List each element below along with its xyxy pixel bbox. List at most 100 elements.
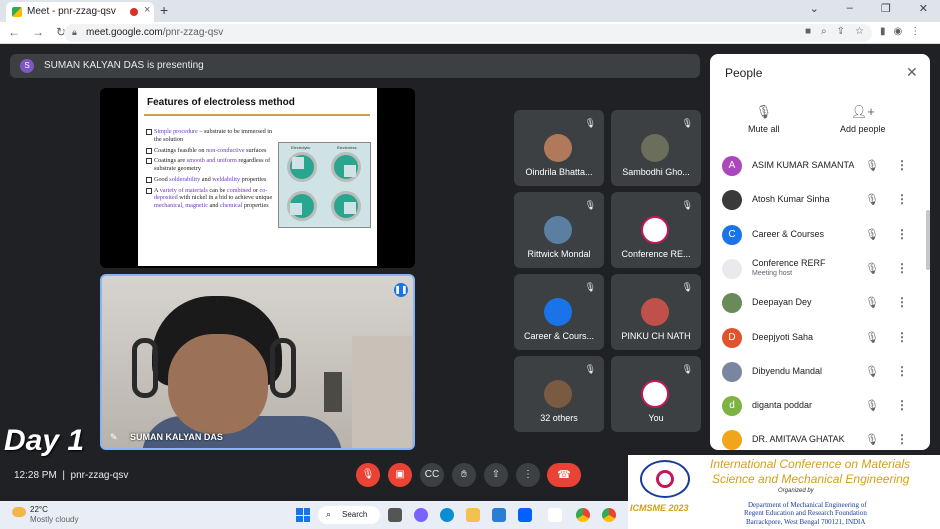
raise-hand-button[interactable]: ✋︎ bbox=[452, 463, 476, 487]
present-button[interactable]: ⇧ bbox=[484, 463, 508, 487]
people-list-item[interactable]: Conference RERF Meeting host 🎙︎ ⋮ bbox=[710, 252, 930, 286]
participant-tile[interactable]: 🎙︎ Rittwick Mondal bbox=[514, 192, 604, 268]
mic-off-icon[interactable]: 🎙︎ bbox=[865, 228, 879, 241]
conference-banner-lower: ICMSME 2023 Department of Mechanical Eng… bbox=[628, 501, 940, 529]
menu-kebab-icon[interactable]: ⋮ bbox=[910, 26, 920, 37]
chrome-icon[interactable] bbox=[576, 508, 590, 522]
mic-off-icon: 🎙︎ bbox=[681, 282, 693, 292]
mic-off-icon[interactable]: 🎙︎ bbox=[865, 159, 879, 172]
participant-tile[interactable]: 🎙︎ You bbox=[611, 356, 701, 432]
omnibox[interactable]: 🔒︎ meet.google.com/pnr-zzag-qsv ■ ⌕ ⇪ ☆ bbox=[64, 24, 872, 42]
mic-off-icon[interactable]: 🎙︎ bbox=[865, 365, 879, 378]
more-vert-icon[interactable]: ⋮ bbox=[896, 398, 908, 412]
zoom-search-icon[interactable]: ⌕ bbox=[821, 26, 827, 37]
windows-taskbar: 22°C Mostly cloudy ⌕ Search bbox=[0, 501, 628, 529]
camera-toggle-button[interactable]: ▣ bbox=[388, 463, 412, 487]
minimize-icon[interactable]: – bbox=[847, 2, 853, 15]
people-list-item[interactable]: DR. AMITAVA GHATAK 🎙︎ ⋮ bbox=[710, 423, 930, 457]
more-options-button[interactable]: ⋮ bbox=[516, 463, 540, 487]
more-vert-icon[interactable]: ⋮ bbox=[896, 261, 908, 275]
mic-off-icon[interactable]: 🎙︎ bbox=[865, 262, 879, 275]
people-list-item[interactable]: D Deepjyoti Saha 🎙︎ ⋮ bbox=[710, 321, 930, 355]
participant-name: 32 others bbox=[540, 413, 578, 423]
chrome-icon[interactable] bbox=[602, 508, 616, 522]
more-vert-icon[interactable]: ⋮ bbox=[896, 158, 908, 172]
mic-off-icon[interactable]: 🎙︎ bbox=[865, 193, 879, 206]
profile-icon[interactable]: ◉ bbox=[894, 26, 903, 37]
share-icon[interactable]: ⇪ bbox=[837, 26, 845, 37]
participant-tile[interactable]: 🎙︎ Career & Cours... bbox=[514, 274, 604, 350]
participant-tile[interactable]: 🎙︎ Conference RE... bbox=[611, 192, 701, 268]
people-list-item[interactable]: Dibyendu Mandal 🎙︎ ⋮ bbox=[710, 355, 930, 389]
back-icon[interactable]: ← bbox=[8, 25, 20, 39]
people-scrollbar[interactable] bbox=[926, 210, 930, 270]
slide-text: properties bbox=[242, 202, 269, 209]
close-panel-icon[interactable]: ✕ bbox=[906, 64, 918, 81]
more-vert-icon[interactable]: ⋮ bbox=[896, 295, 908, 309]
new-tab-button[interactable]: + bbox=[160, 2, 168, 18]
maximize-icon[interactable]: ❐ bbox=[881, 2, 891, 15]
file-explorer-icon[interactable] bbox=[466, 508, 480, 522]
participant-name: Oindrila Bhatta... bbox=[525, 167, 593, 177]
people-list-item[interactable]: C Career & Courses 🎙︎ ⋮ bbox=[710, 218, 930, 252]
taskbar-search[interactable]: ⌕ Search bbox=[318, 506, 380, 524]
tab-search-icon[interactable]: ⌄ bbox=[810, 2, 819, 15]
participant-avatar bbox=[641, 298, 669, 326]
presentation-slide: Features of electroless method Simple pr… bbox=[138, 88, 377, 266]
speaker-video-tile[interactable]: ❚❚ ✎ SUMAN KALYAN DAS bbox=[100, 274, 415, 450]
camera-in-use-icon[interactable]: ■ bbox=[805, 26, 811, 37]
omnibox-icons: ■ ⌕ ⇪ ☆ bbox=[805, 26, 864, 37]
close-window-icon[interactable]: ✕ bbox=[919, 2, 928, 15]
people-list-item[interactable]: Deepayan Dey 🎙︎ ⋮ bbox=[710, 286, 930, 320]
mic-off-icon[interactable]: 🎙︎ bbox=[865, 331, 879, 344]
chat-icon[interactable] bbox=[414, 508, 428, 522]
windows-start-icon[interactable] bbox=[296, 508, 310, 522]
more-vert-icon[interactable]: ⋮ bbox=[896, 227, 908, 241]
forward-icon[interactable]: → bbox=[32, 25, 44, 39]
more-vert-icon[interactable]: ⋮ bbox=[896, 364, 908, 378]
participant-tile[interactable]: 🎙︎ Oindrila Bhatta... bbox=[514, 110, 604, 186]
browser-tab-bar: Meet - pnr-zzag-qsv × + ⌄ – ❐ ✕ bbox=[0, 0, 940, 22]
edge-icon[interactable] bbox=[440, 508, 454, 522]
people-list-item[interactable]: d diganta poddar 🎙︎ ⋮ bbox=[710, 389, 930, 423]
end-call-button[interactable]: ☎︎ bbox=[547, 463, 581, 487]
participant-avatar bbox=[544, 216, 572, 244]
participant-tile[interactable]: 🎙︎ 32 others bbox=[514, 356, 604, 432]
mic-off-icon[interactable]: 🎙︎ bbox=[865, 433, 879, 446]
task-view-icon[interactable] bbox=[388, 508, 402, 522]
mail-icon[interactable] bbox=[492, 508, 506, 522]
mic-toggle-button[interactable]: 🎙︎ bbox=[356, 463, 380, 487]
captions-button[interactable]: CC bbox=[420, 463, 444, 487]
participant-tile[interactable]: 🎙︎ Sambodhi Gho... bbox=[611, 110, 701, 186]
mic-off-icon[interactable]: 🎙︎ bbox=[865, 296, 879, 309]
people-list-item[interactable]: A ASIM KUMAR SAMANTA 🎙︎ ⋮ bbox=[710, 149, 930, 183]
more-vert-icon[interactable]: ⋮ bbox=[896, 330, 908, 344]
more-vert-icon[interactable]: ⋮ bbox=[896, 192, 908, 206]
app-icon[interactable] bbox=[548, 508, 562, 522]
dropbox-icon[interactable] bbox=[518, 508, 532, 522]
mic-off-icon: 🎙︎ bbox=[755, 104, 773, 119]
mic-off-icon[interactable]: 🎙︎ bbox=[865, 399, 879, 412]
meeting-code: pnr-zzag-qsv bbox=[70, 470, 129, 481]
tab-close-icon[interactable]: × bbox=[144, 4, 150, 16]
people-list-item[interactable]: Atosh Kumar Sinha 🎙︎ ⋮ bbox=[710, 183, 930, 217]
browser-tab[interactable]: Meet - pnr-zzag-qsv × bbox=[6, 2, 154, 22]
lock-icon[interactable]: 🔒︎ bbox=[72, 27, 77, 38]
mute-all-button[interactable]: 🎙︎ Mute all bbox=[748, 104, 780, 134]
sidepanel-icon[interactable]: ▮ bbox=[880, 26, 886, 37]
mic-off-icon: 🎙︎ bbox=[681, 200, 693, 210]
meet-favicon-icon bbox=[12, 7, 22, 17]
participant-tile[interactable]: 🎙︎ PINKU CH NATH bbox=[611, 274, 701, 350]
extension-icons: ▮ ◉ ⋮ bbox=[880, 26, 920, 37]
weather-icon bbox=[12, 507, 26, 517]
add-people-button[interactable]: 👤︎+ Add people bbox=[840, 104, 886, 134]
url-domain: meet.google.com bbox=[86, 27, 163, 38]
mute-all-label: Mute all bbox=[748, 124, 780, 134]
pin-icon[interactable]: ✎ bbox=[110, 432, 118, 443]
participant-name: Rittwick Mondal bbox=[527, 249, 591, 259]
figure-cell bbox=[331, 191, 361, 221]
more-vert-icon[interactable]: ⋮ bbox=[896, 432, 908, 446]
participant-avatar bbox=[544, 380, 572, 408]
presenter-avatar: S bbox=[20, 59, 34, 73]
bookmark-star-icon[interactable]: ☆ bbox=[855, 26, 864, 37]
